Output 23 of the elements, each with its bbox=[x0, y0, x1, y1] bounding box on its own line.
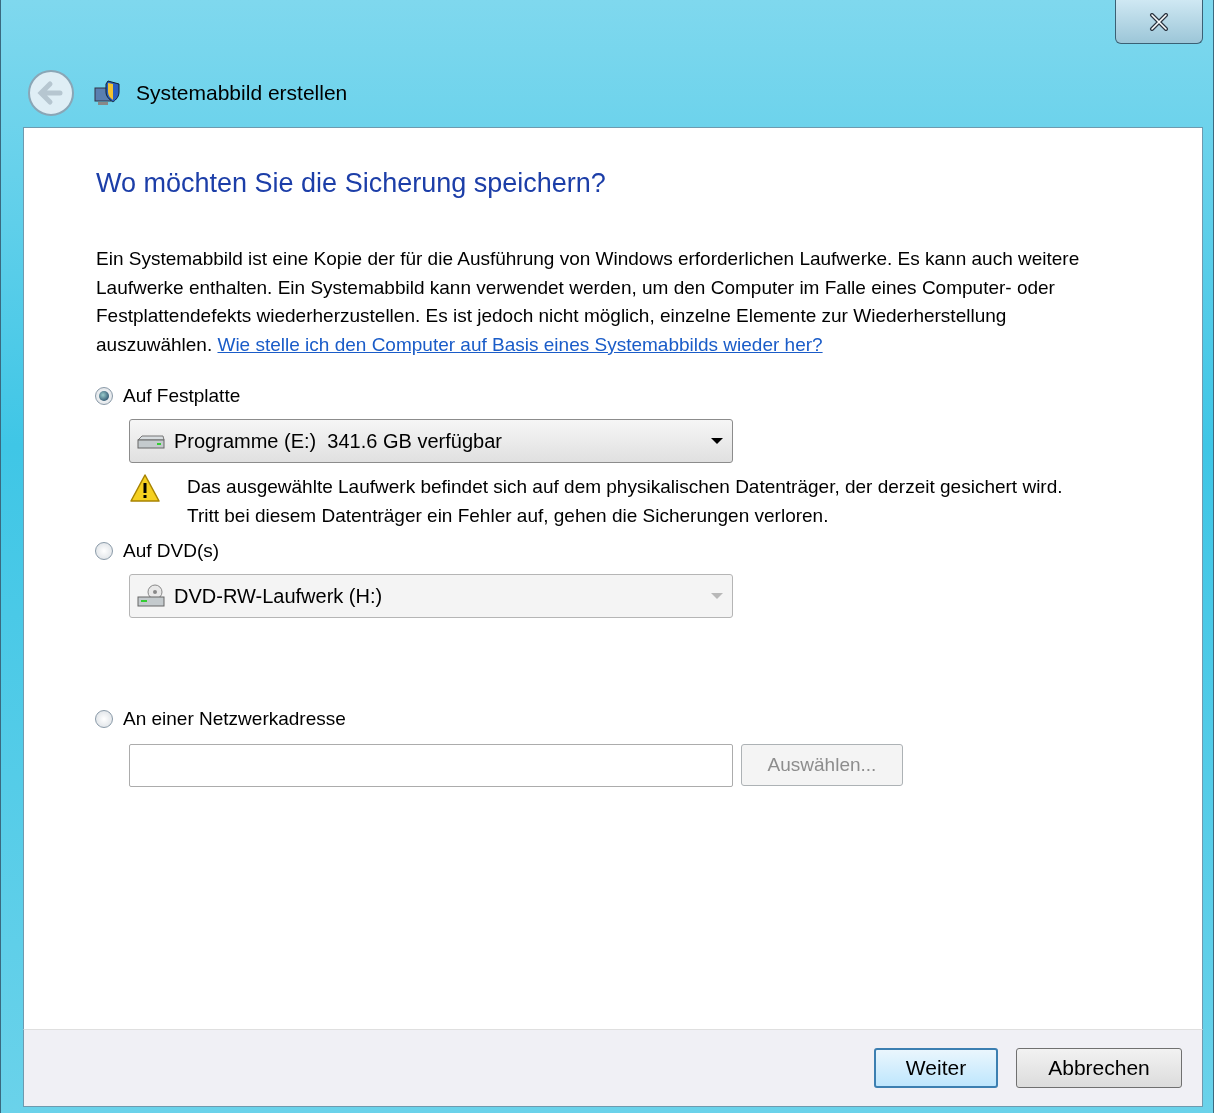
page-heading: Wo möchten Sie die Sicherung speichern? bbox=[96, 168, 607, 199]
close-icon bbox=[1148, 12, 1170, 31]
cancel-button[interactable]: Abbrechen bbox=[1016, 1048, 1182, 1088]
computer-shield-icon bbox=[92, 78, 122, 108]
network-address-field[interactable] bbox=[129, 744, 733, 787]
description-text: Ein Systemabbild ist eine Kopie der für die Ausführung von Windows erforderlichen Laufwerke. Es kann auch weitere Laufwerke enthalten. Ein Systemabbild kann verwendet werden, um den Computer im Falle eines Computer- oder Festplattendefekts wiederherzustellen. Es ist jedoch nicht möglich, einzelne Elemente zur Wiederherstellung auszuwählen. Wie stelle ich den Computer auf Basis eines Systemabbilds wieder her? bbox=[96, 247, 1081, 357]
help-link[interactable]: Wie stelle ich den Computer auf Basis eines Systemabbilds wieder her? bbox=[217, 333, 823, 355]
warning-icon bbox=[129, 473, 161, 503]
option-label[interactable]: An einer Netzwerkadresse bbox=[123, 708, 346, 730]
warning-text: Das ausgewählte Laufwerk befindet sich auf dem physikalischen Datenträger, der derzeit gesichert wird. Tritt bei diesem Datenträger ein Fehler auf, gehen die Sicherungen verloren. bbox=[187, 475, 1064, 528]
drive-dropdown[interactable]: Programme (E:) 341.6 GB verfügbar bbox=[129, 419, 733, 463]
window-title: Systemabbild erstellen bbox=[136, 81, 348, 105]
optical-drive-icon bbox=[136, 584, 166, 608]
dropdown-arrow-icon bbox=[710, 437, 724, 445]
close-button[interactable] bbox=[1115, 0, 1203, 44]
dropdown-arrow-icon bbox=[710, 592, 724, 600]
next-button[interactable]: Weiter bbox=[874, 1048, 998, 1088]
radio-button[interactable] bbox=[95, 387, 113, 405]
option-label[interactable]: Auf Festplatte bbox=[123, 385, 241, 407]
option-label[interactable]: Auf DVD(s) bbox=[123, 540, 220, 562]
radio-button[interactable] bbox=[95, 710, 113, 728]
radio-button[interactable] bbox=[95, 542, 113, 560]
back-button[interactable] bbox=[26, 68, 76, 118]
